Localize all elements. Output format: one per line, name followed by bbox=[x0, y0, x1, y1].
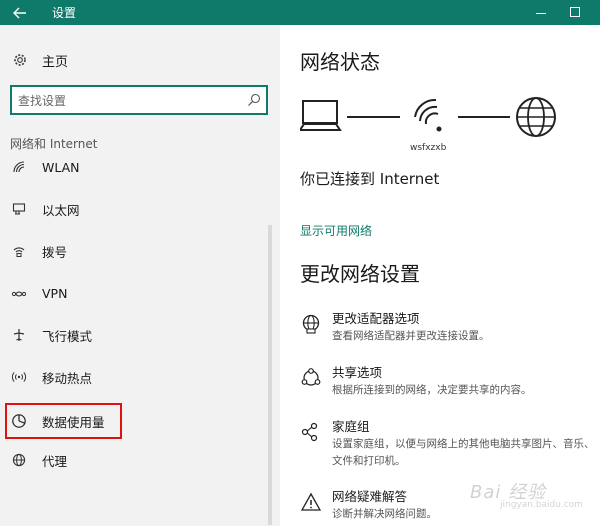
network-status-heading: 网络状态 bbox=[300, 50, 380, 74]
dialup-icon bbox=[10, 242, 28, 260]
section-heading: 网络和 Internet bbox=[10, 137, 98, 151]
title-bar: 设置 bbox=[0, 0, 600, 25]
warning-icon bbox=[300, 491, 322, 513]
ethernet-icon bbox=[10, 200, 28, 218]
minimize-icon bbox=[536, 13, 546, 14]
pie-chart-icon bbox=[10, 412, 28, 430]
sidebar-item-label: 数据使用量 bbox=[42, 414, 105, 430]
search-input[interactable] bbox=[18, 92, 238, 110]
show-available-networks-link[interactable]: 显示可用网络 bbox=[300, 222, 372, 239]
option-description: 查看网络适配器并更改连接设置。 bbox=[332, 330, 490, 342]
wifi-signal-icon bbox=[414, 98, 442, 132]
airplane-icon bbox=[10, 326, 28, 344]
sidebar-item-label: WLAN bbox=[42, 159, 80, 175]
hotspot-icon bbox=[10, 368, 28, 386]
sidebar: 主页 网络和 Internet WLAN 以太网 bbox=[0, 25, 280, 526]
option-title: 更改适配器选项 bbox=[332, 311, 420, 326]
main-panel: 网络状态 wsfxzxb 你已连接到 Internet 显示可用网络 更改网络设… bbox=[280, 25, 600, 526]
option-title: 共享选项 bbox=[332, 365, 383, 380]
sidebar-item-airplane[interactable]: 飞行模式 bbox=[10, 322, 264, 348]
sidebar-scrollbar[interactable] bbox=[268, 225, 272, 525]
option-description: 设置家庭组，以便与网络上的其他电脑共享图片、音乐、文件和打印机。 bbox=[332, 438, 595, 467]
sharing-icon bbox=[300, 367, 322, 389]
sidebar-item-wlan[interactable]: WLAN bbox=[10, 154, 264, 180]
option-sharing[interactable]: 共享选项 根据所连接到的网络，决定要共享的内容。 bbox=[300, 365, 600, 399]
sidebar-item-label: 代理 bbox=[42, 453, 68, 469]
homegroup-icon bbox=[300, 421, 322, 443]
network-name: wsfxzxb bbox=[410, 143, 447, 153]
laptop-icon bbox=[300, 100, 342, 131]
sidebar-item-label: VPN bbox=[42, 285, 68, 301]
window-title: 设置 bbox=[52, 6, 77, 20]
sidebar-item-label: 拨号 bbox=[42, 244, 68, 260]
gear-icon bbox=[12, 52, 28, 68]
search-icon[interactable] bbox=[246, 92, 262, 108]
option-title: 家庭组 bbox=[332, 419, 370, 434]
globe-icon bbox=[10, 451, 28, 469]
sidebar-item-ethernet[interactable]: 以太网 bbox=[10, 196, 264, 222]
search-box[interactable] bbox=[10, 85, 268, 115]
option-adapter[interactable]: 更改适配器选项 查看网络适配器并更改连接设置。 bbox=[300, 311, 600, 345]
sidebar-item-data-usage[interactable]: 数据使用量 bbox=[5, 403, 122, 439]
option-homegroup[interactable]: 家庭组 设置家庭组，以便与网络上的其他电脑共享图片、音乐、文件和打印机。 bbox=[300, 419, 600, 470]
minimize-button[interactable] bbox=[530, 0, 554, 25]
wifi-icon bbox=[10, 158, 28, 176]
sidebar-item-vpn[interactable]: VPN bbox=[10, 280, 264, 306]
vpn-icon bbox=[10, 284, 28, 302]
sidebar-item-label: 移动热点 bbox=[42, 370, 93, 386]
adapter-globe-icon bbox=[300, 313, 322, 335]
sidebar-item-hotspot[interactable]: 移动热点 bbox=[10, 364, 264, 390]
change-settings-heading: 更改网络设置 bbox=[300, 262, 420, 286]
back-arrow-icon bbox=[13, 7, 26, 18]
internet-globe-icon bbox=[516, 97, 556, 137]
watermark-url: jingyan.baidu.com bbox=[500, 500, 584, 510]
option-description: 根据所连接到的网络，决定要共享的内容。 bbox=[332, 384, 532, 396]
sidebar-item-dialup[interactable]: 拨号 bbox=[10, 238, 264, 264]
sidebar-item-proxy[interactable]: 代理 bbox=[10, 447, 264, 473]
maximize-button[interactable] bbox=[570, 7, 580, 17]
back-button[interactable] bbox=[0, 0, 40, 25]
sidebar-item-label: 飞行模式 bbox=[42, 328, 93, 344]
sidebar-item-label: 以太网 bbox=[42, 202, 80, 218]
home-label: 主页 bbox=[42, 54, 69, 70]
connection-status: 你已连接到 Internet bbox=[300, 170, 440, 188]
sidebar-home[interactable]: 主页 bbox=[12, 50, 68, 70]
